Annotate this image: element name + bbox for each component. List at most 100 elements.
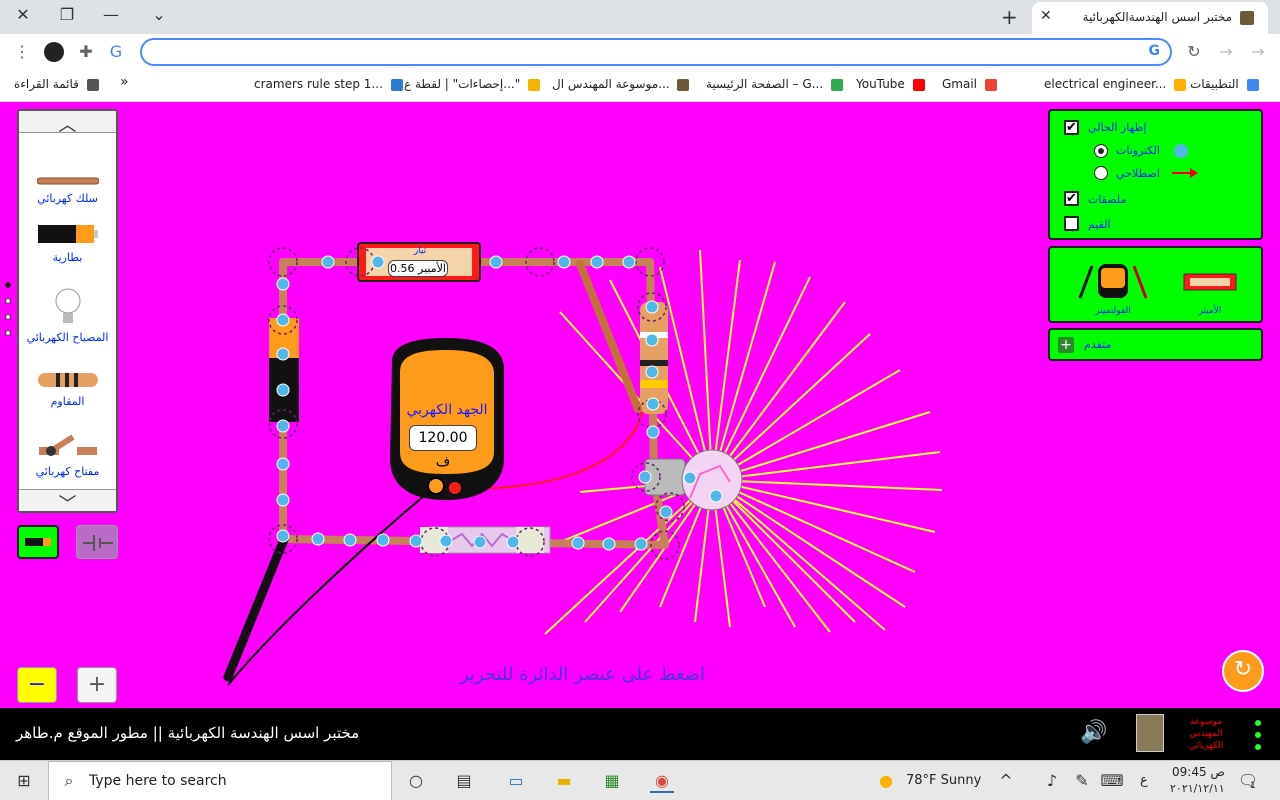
window-minimize-button[interactable]: — (96, 4, 126, 26)
ammeter-reading: 0.56 الأمبير (388, 260, 448, 277)
language-indicator[interactable]: ع (1140, 773, 1148, 788)
bookmark-encyclopedia[interactable]: موسوعة المهندس ال... (552, 77, 690, 91)
arrow-right-icon (1172, 168, 1198, 178)
footer-brand: موسوعة المهندس الكهربائي (1188, 717, 1224, 751)
notification-count: 1 (1250, 781, 1256, 791)
zoom-in-button[interactable]: + (77, 667, 117, 703)
ammeter-icon (1183, 273, 1237, 291)
bookmark-google-home-label: الصفحة الرئيسية – G... (706, 77, 824, 91)
keyboard-icon[interactable]: ⌨ (1100, 769, 1124, 793)
site-logo-icon (677, 78, 690, 91)
conventional-radio[interactable] (1094, 166, 1108, 180)
weather-sun-icon: ● (879, 771, 893, 790)
task-view-icon[interactable]: ▤ (452, 769, 476, 793)
bookmark-apps-label: التطبيقات (1190, 77, 1239, 91)
bookmark-google-home[interactable]: الصفحة الرئيسية – G... (706, 77, 843, 91)
page-icon (390, 78, 403, 91)
advanced-label: متقدم (1084, 338, 1112, 351)
bookmarks-bar: التطبيقات electrical engineer... Gmail Y… (0, 70, 1280, 102)
file-explorer-icon[interactable]: ▬ (552, 769, 576, 793)
new-tab-button[interactable]: + (1001, 5, 1018, 29)
google-icon: G (1148, 43, 1161, 59)
simulation-canvas[interactable]: ︿ سلك كهربائي بطارية المصباح الكهربائي ا… (0, 102, 1280, 708)
gmail-icon (984, 78, 997, 91)
voltmeter-icon (1078, 264, 1148, 299)
bookmark-gmail-label: Gmail (942, 77, 978, 91)
analytics-icon (528, 78, 541, 91)
tray-up-icon[interactable]: ^ (994, 769, 1018, 793)
voltmeter-tool[interactable]: الفولتميتر (1072, 258, 1152, 316)
menu-dots-icon[interactable]: ⋮ (12, 42, 32, 62)
site-logo-icon (1136, 714, 1164, 752)
voltmeter-tool-label: الفولتميتر (1095, 306, 1131, 316)
browser-toolbar: ⋮ ✚ G G ↻ → → (0, 34, 1280, 70)
notepad-app-icon[interactable]: ▦ (600, 769, 624, 793)
electron-icon (1174, 144, 1188, 158)
windows-taskbar: ⊞ ⌕ Type here to search ○ ▤ ▭ ▬ ▦ ◉ ● 78… (0, 760, 1280, 800)
bookmark-apps[interactable]: التطبيقات (1190, 77, 1259, 91)
values-checkbox[interactable] (1064, 216, 1079, 231)
profile-avatar[interactable] (44, 42, 64, 62)
cortana-icon[interactable]: ○ (404, 769, 428, 793)
tab-title: مختبر اسس الهندسةالكهربائية (1082, 10, 1232, 24)
electrons-radio-dot (1098, 148, 1104, 154)
reload-icon[interactable]: ↻ (1184, 42, 1204, 62)
reset-button[interactable]: ↻ (1222, 650, 1264, 692)
page-footer: مختبر اسس الهندسة الكهربائية || مطور الم… (0, 708, 1280, 760)
bookmark-stats[interactable]: إحصاءات" | لقطة ع..." (404, 77, 541, 91)
firebase-icon (1174, 78, 1187, 91)
taskbar-search[interactable]: ⌕ Type here to search (48, 761, 392, 800)
labels-label: ملصقات (1088, 193, 1127, 206)
windows-start-icon[interactable]: ⊞ (12, 769, 36, 793)
labels-checkbox[interactable]: ✔ (1064, 191, 1079, 206)
bookmark-gmail[interactable]: Gmail (942, 77, 997, 91)
back-icon[interactable]: → (1248, 42, 1268, 62)
forward-icon[interactable]: → (1216, 42, 1236, 62)
desktop-app-icon[interactable]: ▭ (504, 769, 528, 793)
advanced-panel[interactable]: + متقدم (1048, 328, 1263, 361)
clock-time[interactable]: 09:45 ص (1172, 765, 1225, 779)
display-options-panel: ✔ إظهار الحالي الكترونات اصطلاحي ✔ ملصقا… (1048, 109, 1263, 240)
tab-strip: ✕ ❐ — ⌄ + ✕ مختبر اسس الهندسةالكهربائية (0, 0, 1280, 34)
search-icon: ⌕ (64, 771, 74, 790)
menu-dot-2 (1255, 732, 1261, 738)
values-label: القيم (1088, 218, 1111, 231)
voltmeter-reading: 120.00 ف (409, 425, 477, 470)
tab-active[interactable]: ✕ مختبر اسس الهندسةالكهربائية (1032, 2, 1268, 34)
window-close-button[interactable]: ✕ (8, 4, 38, 26)
ammeter-tool-label: الأميتر (1198, 306, 1222, 316)
show-current-checkbox[interactable]: ✔ (1064, 120, 1079, 135)
clock-date[interactable]: ٢٠٢١/١٢/١١ (1170, 782, 1225, 795)
window-restore-button[interactable]: ❐ (52, 4, 82, 26)
tools-panel: الفولتميتر الأميتر (1048, 246, 1263, 323)
electrons-radio[interactable] (1094, 144, 1108, 158)
volume-icon[interactable]: ♪ (1040, 769, 1064, 793)
reading-list-icon (86, 78, 99, 91)
bookmark-cramer[interactable]: cramers rule step 1... (254, 77, 403, 91)
zoom-out-button[interactable]: − (17, 667, 57, 703)
tab-search-button[interactable]: ⌄ (144, 4, 174, 26)
expand-plus-icon[interactable]: + (1058, 337, 1074, 353)
chrome-app-icon[interactable]: ◉ (650, 769, 674, 793)
notification-icon[interactable]: 🗨 (1236, 769, 1260, 793)
google-ads-icon (831, 78, 843, 91)
pen-icon[interactable]: ✎ (1070, 769, 1094, 793)
tab-close-icon[interactable]: ✕ (1040, 8, 1052, 24)
voltmeter-component[interactable] (390, 338, 505, 500)
ammeter-title: تيار (413, 246, 427, 256)
conventional-label: اصطلاحي (1116, 167, 1160, 180)
speaker-icon[interactable]: 🔊 (1080, 720, 1107, 745)
bookmark-electrical[interactable]: electrical engineer... (1044, 77, 1187, 91)
bookmark-stats-label: إحصاءات" | لقطة ع..." (404, 77, 521, 91)
extensions-icon[interactable]: ✚ (76, 42, 96, 62)
voltmeter-probe-black[interactable] (223, 485, 437, 686)
bookmark-youtube-label: YouTube (856, 77, 905, 91)
apps-grid-icon (1246, 78, 1259, 91)
bookmark-youtube[interactable]: YouTube (856, 77, 925, 91)
bookmarks-more-button[interactable]: » (120, 74, 129, 90)
address-bar[interactable]: G (140, 38, 1172, 66)
ammeter-tool[interactable]: الأميتر (1182, 272, 1242, 316)
taskbar-search-placeholder: Type here to search (89, 773, 227, 789)
reading-list[interactable]: قائمة القراءة (14, 77, 99, 91)
translate-icon[interactable]: G (106, 42, 126, 62)
